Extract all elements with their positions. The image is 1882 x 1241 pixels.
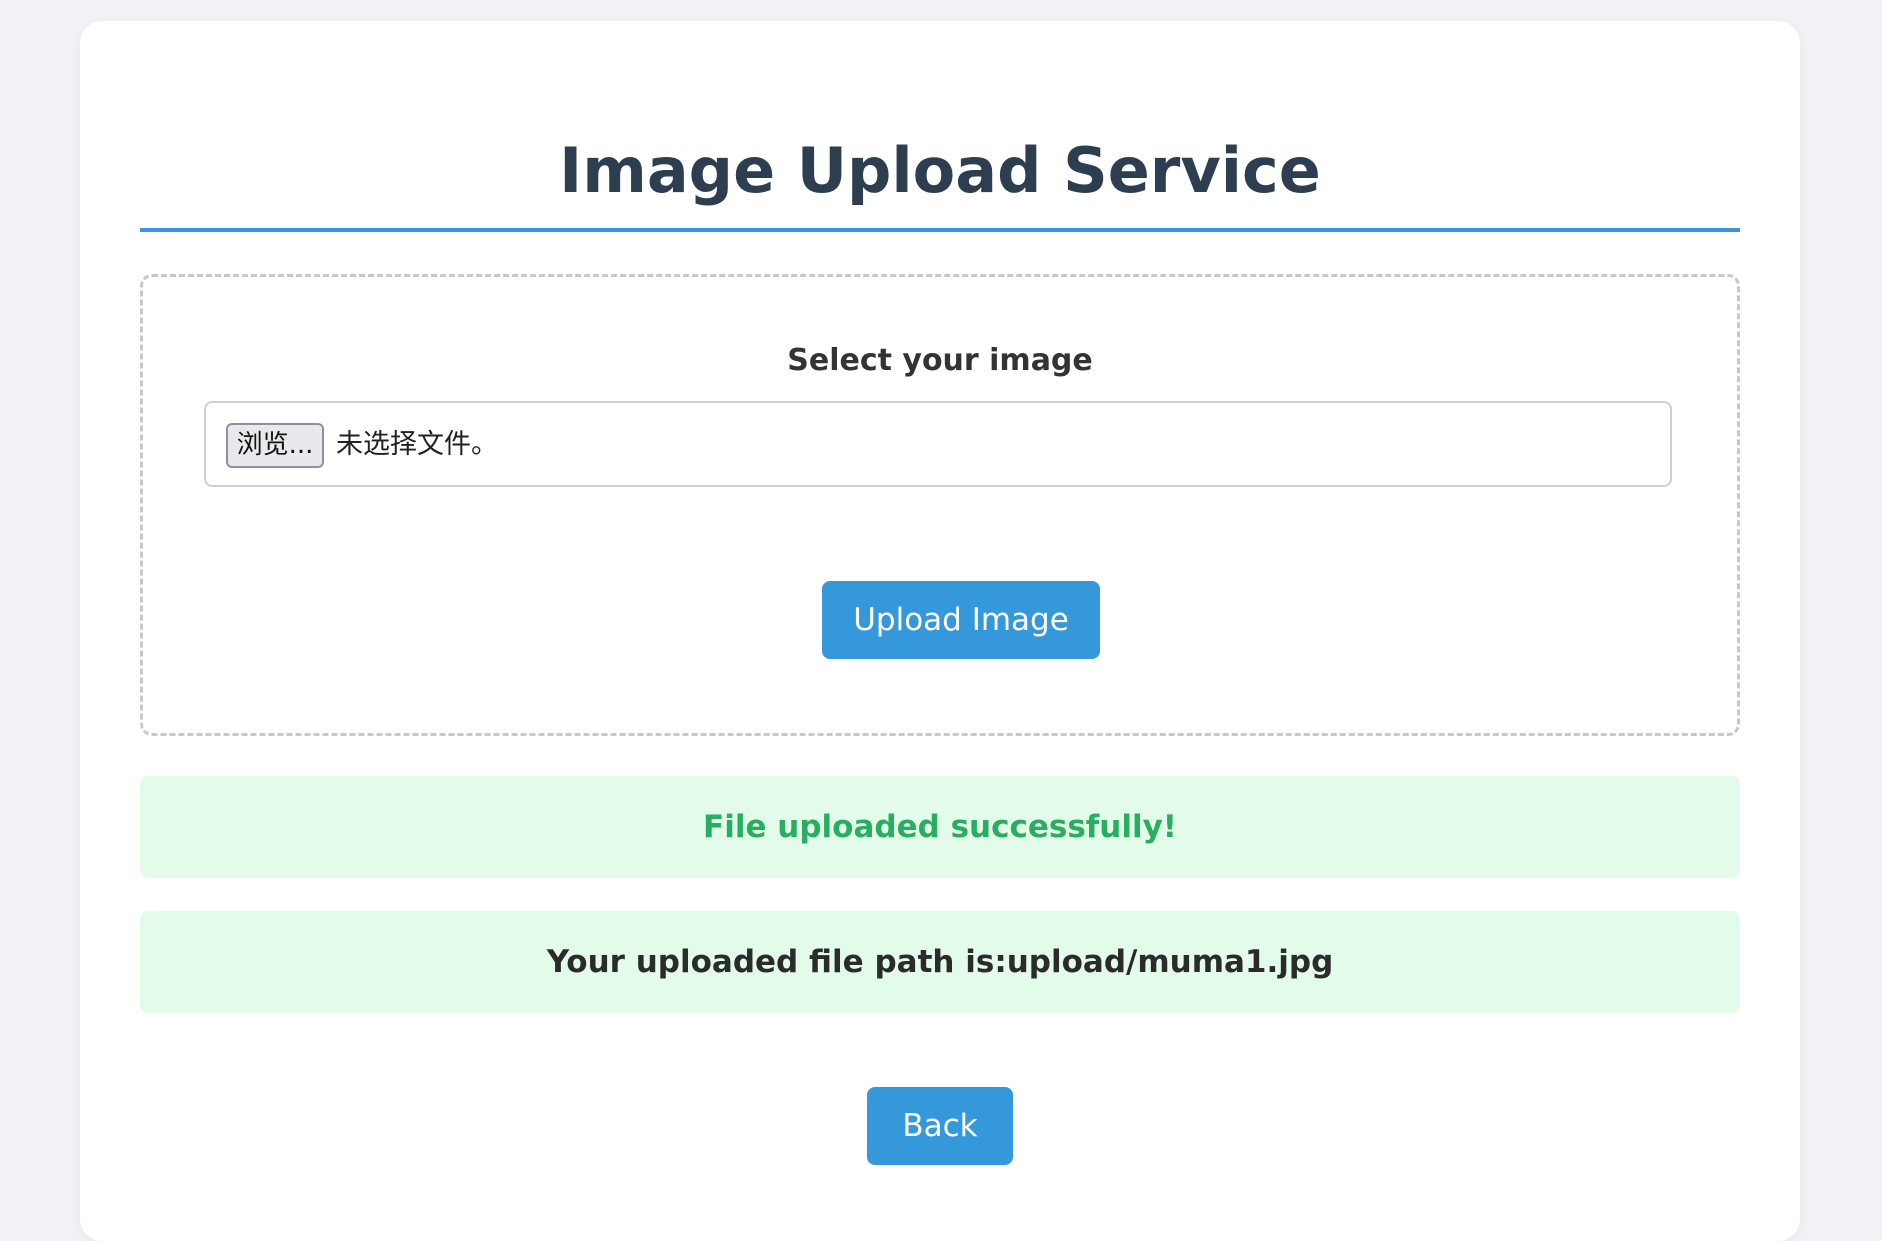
select-image-label: Select your image — [787, 343, 1093, 378]
back-button[interactable]: Back — [867, 1087, 1013, 1165]
page-title: Image Upload Service — [559, 134, 1321, 207]
no-file-selected-text: 未选择文件。 — [336, 429, 498, 460]
file-path-message: Your uploaded file path is:upload/muma1.… — [140, 911, 1740, 1013]
file-input[interactable]: 浏览... 未选择文件。 — [204, 401, 1672, 487]
success-message: File uploaded successfully! — [140, 776, 1740, 878]
upload-dropzone: Select your image 浏览... 未选择文件。 Upload Im… — [140, 274, 1740, 736]
title-divider — [140, 228, 1740, 232]
browse-button[interactable]: 浏览... — [226, 423, 324, 468]
main-card: Image Upload Service Select your image 浏… — [80, 21, 1800, 1241]
upload-image-button[interactable]: Upload Image — [822, 581, 1100, 659]
